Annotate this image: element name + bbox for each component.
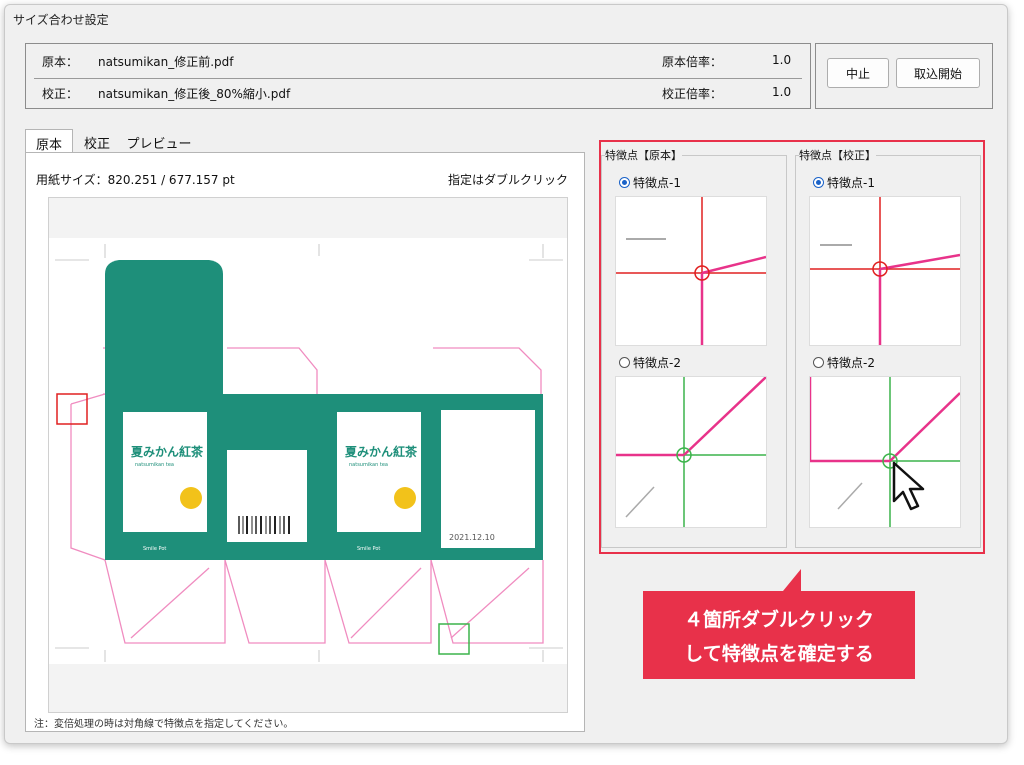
thumb-proof-point2[interactable] <box>808 376 961 528</box>
feature-title-proof: 特徴点【校正】 <box>799 147 876 163</box>
brand-1: Smile Pot <box>143 546 166 552</box>
tab-preview[interactable]: プレビュー <box>121 129 197 153</box>
thumb-original-point1[interactable] <box>615 196 767 346</box>
radio-selected-icon <box>813 177 824 188</box>
badge-circle-1 <box>180 487 202 509</box>
radio-original-point1[interactable]: 特徴点-1 <box>619 174 681 191</box>
feature-title-original: 特徴点【原本】 <box>605 147 682 163</box>
mouse-pointer-icon <box>892 461 925 511</box>
tab-original[interactable]: 原本 <box>25 129 73 153</box>
thumb-proof-point1[interactable] <box>809 196 961 346</box>
start-import-button[interactable]: 取込開始 <box>896 58 980 88</box>
proof-filename: natsumikan_修正後_80%縮小.pdf <box>98 87 291 101</box>
tab-proof[interactable]: 校正 <box>75 129 119 153</box>
radio-selected-icon <box>619 177 630 188</box>
info-date: 2021.12.10 <box>449 533 495 542</box>
feature-points-box: 特徴点【原本】 特徴点-1 特徴点-2 特徴点【校正】 特徴点-1 特徴点-2 <box>599 140 985 554</box>
radio-original-point2[interactable]: 特徴点-2 <box>619 354 681 371</box>
thumb-original-point2[interactable] <box>615 376 767 528</box>
original-file-row: 原本： natsumikan_修正前.pdf 原本倍率： 1.0 <box>42 53 810 73</box>
proof-ratio-value: 1.0 <box>772 85 792 99</box>
paper-size-label: 用紙サイズ：820.251 / 677.157 pt <box>36 173 235 187</box>
note-text: 注：変倍処理の時は対角線で特徴点を指定してください。 <box>34 719 294 730</box>
cancel-button[interactable]: 中止 <box>827 58 889 88</box>
proof-label: 校正： <box>42 87 79 101</box>
size-alignment-dialog: サイズ合わせ設定 原本： natsumikan_修正前.pdf 原本倍率： 1.… <box>4 4 1008 744</box>
original-panel: 用紙サイズ：820.251 / 677.157 pt 指定はダブルクリック 夏み… <box>25 152 585 732</box>
radio-unselected-icon <box>813 357 824 368</box>
callout-line1: ４箇所ダブルクリック <box>683 609 874 631</box>
proof-file-row: 校正： natsumikan_修正後_80%縮小.pdf 校正倍率： 1.0 <box>42 85 810 105</box>
product-sub-1: natsumikan tea <box>135 462 174 468</box>
file-separator <box>34 78 802 79</box>
radio-proof-point2[interactable]: 特徴点-2 <box>813 354 875 371</box>
original-ratio-label: 原本倍率： <box>662 55 723 69</box>
feature-group-original: 特徴点【原本】 特徴点-1 特徴点-2 <box>601 142 791 552</box>
proof-ratio-label: 校正倍率： <box>662 87 723 101</box>
document-preview[interactable]: 夏みかん紅茶 natsumikan tea 夏みかん紅茶 natsumikan … <box>48 197 568 713</box>
brand-2: Smile Pot <box>357 546 380 552</box>
original-label: 原本： <box>42 55 79 69</box>
original-filename: natsumikan_修正前.pdf <box>98 55 234 69</box>
product-sub-2: natsumikan tea <box>349 462 388 468</box>
package-top-flap <box>105 260 223 394</box>
original-ratio-value: 1.0 <box>772 53 792 67</box>
front-panel-1 <box>123 412 207 532</box>
package-diagram: 夏みかん紅茶 natsumikan tea 夏みかん紅茶 natsumikan … <box>49 238 567 664</box>
double-click-hint: 指定はダブルクリック <box>447 173 568 187</box>
product-name-2: 夏みかん紅茶 <box>345 444 418 459</box>
file-info-box: 原本： natsumikan_修正前.pdf 原本倍率： 1.0 校正： nat… <box>25 43 811 109</box>
badge-circle-2 <box>394 487 416 509</box>
instruction-callout: ４箇所ダブルクリック して特徴点を確定する <box>643 569 915 679</box>
product-name-1: 夏みかん紅茶 <box>131 444 204 459</box>
feature-group-proof: 特徴点【校正】 特徴点-1 特徴点-2 <box>795 142 985 552</box>
action-buttons-box: 中止 取込開始 <box>815 43 993 109</box>
window-title: サイズ合わせ設定 <box>13 13 109 27</box>
radio-proof-point1[interactable]: 特徴点-1 <box>813 174 875 191</box>
radio-unselected-icon <box>619 357 630 368</box>
info-panel <box>441 410 535 548</box>
front-panel-2 <box>337 412 421 532</box>
callout-line2: して特徴点を確定する <box>684 643 874 665</box>
